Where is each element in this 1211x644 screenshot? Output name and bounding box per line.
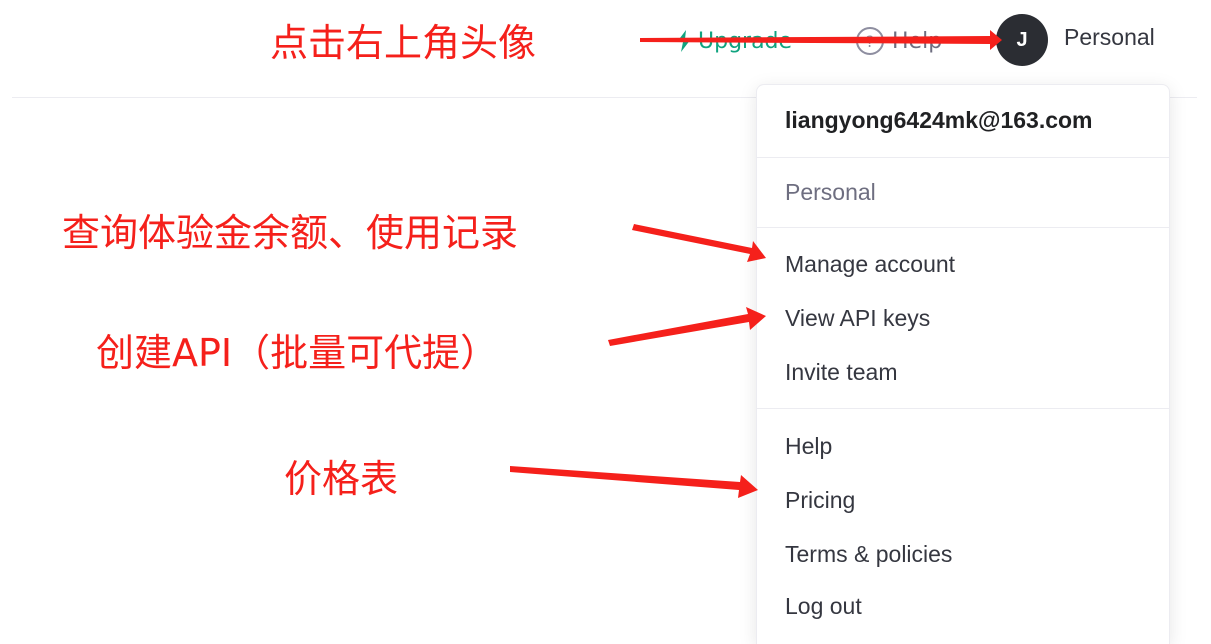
menu-divider bbox=[757, 408, 1169, 409]
menu-item-pricing[interactable]: Pricing bbox=[785, 487, 855, 514]
org-name[interactable]: Personal bbox=[1064, 24, 1155, 51]
annotation-create-api: 创建API（批量可代提） bbox=[96, 331, 499, 375]
menu-item-manage-account[interactable]: Manage account bbox=[785, 251, 955, 278]
help-circle-icon: ? bbox=[856, 27, 884, 55]
arrow-to-pricing bbox=[510, 466, 758, 498]
account-email: liangyong6424mk@163.com bbox=[785, 107, 1093, 133]
annotation-click-avatar: 点击右上角头像 bbox=[270, 21, 537, 65]
avatar[interactable]: J bbox=[996, 14, 1048, 66]
upgrade-link[interactable]: Upgrade bbox=[676, 26, 792, 56]
annotation-pricing: 价格表 bbox=[284, 457, 399, 501]
help-label: Help bbox=[892, 28, 943, 54]
menu-item-log-out[interactable]: Log out bbox=[785, 593, 862, 620]
arrow-to-manage-account bbox=[632, 224, 766, 262]
menu-item-help[interactable]: Help bbox=[785, 433, 832, 460]
annotation-check-balance: 查询体验金余额、使用记录 bbox=[62, 211, 519, 255]
menu-item-terms-policies[interactable]: Terms & policies bbox=[785, 541, 952, 568]
top-navigation-bar: Upgrade ? Help J Personal bbox=[0, 0, 1211, 82]
upgrade-label: Upgrade bbox=[698, 28, 793, 54]
menu-item-view-api-keys[interactable]: View API keys bbox=[785, 305, 930, 332]
lightning-bolt-icon bbox=[677, 30, 691, 52]
menu-divider bbox=[757, 157, 1169, 158]
arrow-to-view-api-keys bbox=[608, 307, 766, 346]
help-link[interactable]: ? Help bbox=[856, 26, 942, 56]
account-dropdown-menu: liangyong6424mk@163.com Personal Manage … bbox=[756, 84, 1170, 644]
menu-item-invite-team[interactable]: Invite team bbox=[785, 359, 898, 386]
menu-divider bbox=[757, 227, 1169, 228]
menu-org-name[interactable]: Personal bbox=[785, 179, 876, 206]
